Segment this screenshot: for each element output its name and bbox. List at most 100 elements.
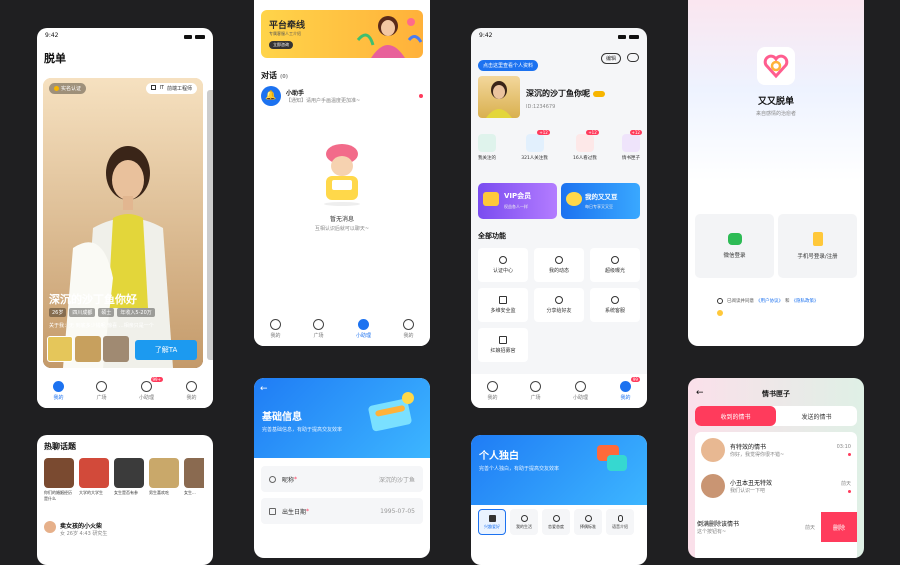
privacy-policy-link[interactable]: 《隐私政策》 — [792, 298, 819, 304]
feature-share[interactable]: 分享给好友 — [534, 288, 584, 322]
tab-home[interactable]: 我的 — [486, 381, 498, 401]
header-illustration — [368, 392, 414, 432]
topic-card[interactable]: 女生... — [184, 458, 204, 502]
promo-banner[interactable]: 平台牵线 专属客服人工介绍 立即咨询 — [261, 10, 423, 58]
topic-card[interactable]: 大学的大学生 — [79, 458, 109, 502]
thumb-1[interactable] — [47, 336, 73, 362]
stat-following[interactable]: 我关注的 — [478, 134, 496, 161]
person-icon — [402, 319, 414, 330]
stat-viewers[interactable]: 16人看过我 +12 — [573, 130, 599, 161]
tab-bar: 我的 广场 小助理 99+ 我的 — [37, 374, 213, 408]
feature-support[interactable]: 系统客服 — [590, 288, 640, 322]
tab-home[interactable]: 我的 — [52, 381, 64, 401]
star-icon — [584, 514, 592, 522]
view-profile-link[interactable]: 点击这里查看个人资料 — [478, 60, 539, 71]
delete-button[interactable]: 删除 — [821, 512, 857, 542]
person-icon — [269, 475, 276, 483]
user-agreement-link[interactable]: 《用户协议》 — [756, 298, 783, 304]
wechat-login-button[interactable]: 微信登录 — [695, 214, 774, 278]
vip-card[interactable]: VIP会员 权益各人一样 — [478, 183, 557, 219]
tab-assistant[interactable]: 小助理 — [573, 381, 588, 401]
avatar — [701, 438, 725, 462]
feature-boost[interactable]: 超级曝光 — [590, 248, 640, 282]
thumb-2[interactable] — [75, 336, 101, 362]
chip-love[interactable]: 恋爱态度 — [542, 509, 570, 535]
app-logo — [757, 47, 795, 85]
profile-card[interactable]: 实名认证 IT 前端工程师 深沉的沙丁鱼你好 26岁 四川成都 硕士 年收入5-… — [43, 78, 203, 368]
info-row-nickname[interactable]: 昵称 * 深沉的沙丁鱼 — [261, 466, 423, 492]
basic-info-header: ← 基础信息 完善基础信息，有助于提高交友效率 — [254, 378, 430, 458]
stat-badge: +12 — [629, 130, 642, 135]
tab-assistant[interactable]: 小助理 99+ — [138, 377, 163, 401]
page-title: 脱单 — [44, 52, 66, 65]
wechat-icon — [727, 233, 742, 245]
tab-plaza[interactable]: 广场 — [529, 381, 541, 401]
info-row-birthday[interactable]: 出生日期 * 1995-07-05 — [261, 498, 423, 524]
tab-received[interactable]: 收到的情书 — [695, 406, 776, 426]
planet-icon — [555, 256, 563, 264]
settings-icon[interactable] — [627, 53, 639, 62]
tab-home[interactable]: 我的 — [269, 319, 281, 339]
topic-image — [149, 458, 179, 488]
chip-standard[interactable]: 择偶标准 — [574, 509, 602, 535]
empty-illustration — [324, 144, 360, 206]
chip-life[interactable]: 我的生活 — [510, 509, 538, 535]
letter-item[interactable]: 小丑本丑无特效 我们认识一下吧 前天 — [701, 474, 851, 498]
agreement-and: 和 — [785, 299, 790, 304]
profile-name: 深沉的沙丁鱼你呢 — [526, 88, 605, 99]
feature-matchmaker[interactable]: 红娘招募官 — [478, 328, 528, 362]
letter-item-swiped[interactable]: 倒满删除该情书 这个按钮有~ 前天 删除 — [695, 512, 857, 542]
screen-login: 又又脱单 来自感情的治愈者 微信登录 手机号登录/注册 已阅读并同意 《用户协议… — [688, 0, 864, 346]
photo-thumbnails[interactable] — [47, 336, 129, 362]
feature-safety[interactable]: 多维安全监 — [478, 288, 528, 322]
tab-label: 我的 — [403, 333, 414, 339]
tab-assistant[interactable]: 小助理 — [356, 319, 371, 339]
planet-icon — [312, 319, 324, 330]
helper-conversation[interactable]: 🔔 小助手 【通知】请用户手画温度更加准~ — [261, 86, 423, 106]
chip-label: 兴趣爱好 — [484, 523, 500, 529]
stat-followers[interactable]: 321人关注我 +12 — [521, 130, 550, 161]
chip-hobby[interactable]: 兴趣爱好 — [478, 509, 506, 535]
tab-label: 小助理 — [138, 395, 154, 401]
tab-plaza[interactable]: 广场 — [312, 319, 324, 339]
topic-card[interactable]: 男生喜欢吃 — [149, 458, 179, 502]
feature-verify[interactable]: 认证中心 — [478, 248, 528, 282]
tab-mine[interactable]: 我的 — [185, 381, 197, 401]
edit-button[interactable]: 编辑 — [600, 53, 621, 64]
letter-icon — [621, 134, 640, 152]
screen-match: 9:42 脱单 实名认证 IT 前端工程师 深沉的沙丁鱼你好 26岁 四川成都 … — [37, 28, 213, 408]
feature-moments[interactable]: 我的动态 — [534, 248, 584, 282]
stat-label: 我关注的 — [478, 156, 496, 161]
profile-avatar[interactable] — [478, 76, 520, 118]
topic-card[interactable]: 你们的婚姻经历是什么 — [44, 458, 74, 502]
tab-sent[interactable]: 发送的情书 — [776, 406, 857, 426]
screen-monologue: 个人独白 完善个人独白，有助于提高交友效率 兴趣爱好 我的生活 恋爱态度 择偶标… — [471, 435, 647, 565]
thumb-3[interactable] — [103, 336, 129, 362]
bean-card[interactable]: 我的又又豆 每日专享又又豆 — [561, 183, 640, 219]
phone-icon — [812, 232, 823, 246]
post-item[interactable]: 卖女孩的小火柴女 26岁 4:43 研究生 — [44, 521, 206, 537]
back-arrow-icon[interactable]: ← — [260, 384, 268, 394]
topic-card[interactable]: 女生是否有参 — [114, 458, 144, 502]
consult-button[interactable]: 立即咨询 — [269, 41, 293, 49]
chat-icon — [140, 381, 152, 392]
agreement-checkbox[interactable] — [717, 298, 723, 304]
phone-login-button[interactable]: 手机号登录/注册 — [778, 214, 857, 278]
tab-mine[interactable]: 我的 — [402, 319, 414, 339]
banner-title: 平台牵线 — [269, 21, 306, 31]
chat-icon — [574, 381, 586, 392]
topic-image — [114, 458, 144, 488]
letter-sender: 小丑本丑无特效 — [730, 480, 773, 487]
monologue-subtitle: 完善个人独白，有助于提高交友效率 — [479, 466, 560, 472]
avatar-photo — [486, 81, 512, 118]
learn-more-button[interactable]: 了解TA — [135, 340, 197, 360]
tab-label: 我的 — [487, 395, 498, 401]
tab-plaza[interactable]: 广场 — [95, 381, 107, 401]
tab-mine[interactable]: 我的 99 — [619, 377, 640, 401]
stat-letters[interactable]: 情书匣子 +12 — [621, 130, 642, 161]
home-icon — [486, 381, 498, 392]
avatar — [701, 474, 725, 498]
letter-item[interactable]: 有特效的情书 你好，我觉得你很不错~ 03:10 — [701, 438, 851, 462]
chip-voice[interactable]: 语音介绍 — [606, 509, 634, 535]
feature-label: 分享给好友 — [546, 308, 572, 314]
